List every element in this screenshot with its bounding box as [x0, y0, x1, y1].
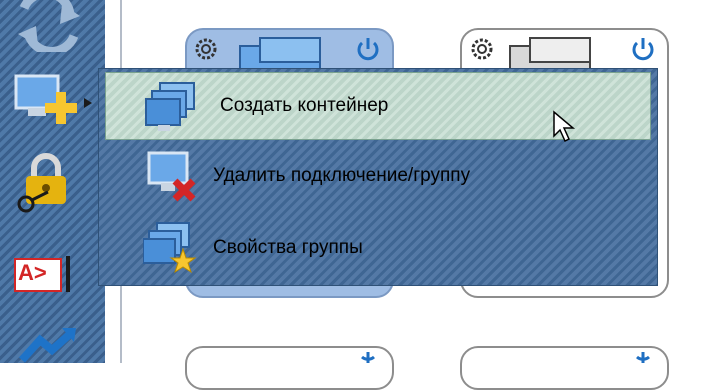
- monitor-delete-icon: [147, 151, 196, 202]
- lock-key-icon[interactable]: [16, 152, 76, 214]
- monitors-icon: [239, 37, 321, 72]
- menu-item-label: Свойства группы: [213, 237, 363, 258]
- add-screen-icon[interactable]: [14, 72, 94, 128]
- power-icon[interactable]: [355, 36, 381, 62]
- menu-item-label: Создать контейнер: [220, 95, 389, 116]
- text-input-label: A>: [18, 260, 47, 285]
- power-icon[interactable]: [630, 350, 656, 363]
- mouse-cursor-icon: [553, 110, 576, 143]
- settings-gear-icon[interactable]: [470, 37, 494, 61]
- redirect-arrow-icon[interactable]: [18, 326, 78, 363]
- power-icon[interactable]: [630, 36, 656, 62]
- power-icon[interactable]: [355, 350, 381, 363]
- settings-gear-icon[interactable]: [194, 37, 218, 61]
- context-menu: Создать контейнер Удалить подключение/гр…: [98, 68, 658, 286]
- monitors-properties-icon: [143, 222, 197, 274]
- menu-item-label: Удалить подключение/группу: [213, 165, 471, 186]
- text-input-icon[interactable]: A>: [14, 256, 76, 292]
- menu-item-delete-connection[interactable]: Удалить подключение/группу: [99, 141, 657, 211]
- menu-item-group-properties[interactable]: Свойства группы: [99, 213, 657, 283]
- monitors-icon: [509, 37, 591, 72]
- monitors-stack-icon: [145, 82, 195, 131]
- refresh-icon[interactable]: [14, 0, 84, 52]
